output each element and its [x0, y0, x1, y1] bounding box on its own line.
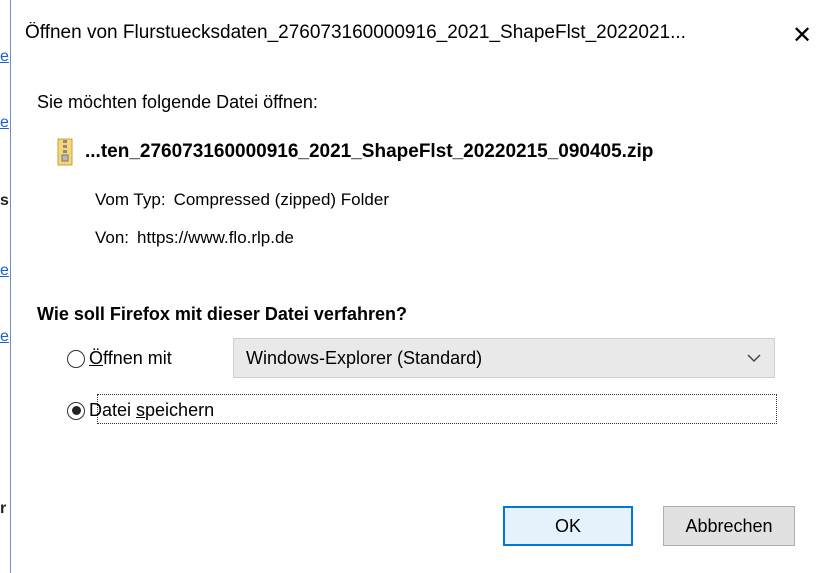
close-icon: ✕ — [791, 21, 813, 49]
save-file-label: Datei speichern — [89, 400, 215, 420]
radio-selected-dot — [71, 406, 81, 415]
dialog-title: Öffnen von Flurstuecksdaten_276073160000… — [25, 22, 686, 43]
background-text-fragment: s — [0, 192, 9, 209]
open-with-label: Öffnen mit — [89, 348, 172, 368]
zip-folder-icon — [57, 138, 73, 166]
open-with-app-select[interactable]: Windows-Explorer (Standard) — [233, 338, 775, 378]
background-link-fragment: e — [0, 328, 9, 345]
save-file-option[interactable]: Datei speichern — [67, 400, 214, 421]
file-source-value: https://www.flo.rlp.de — [137, 228, 294, 247]
file-type-label: Vom Typ: — [95, 190, 166, 209]
file-row: ...ten_276073160000916_2021_ShapeFlst_20… — [57, 138, 653, 166]
file-source-row: Von: https://www.flo.rlp.de — [95, 228, 294, 248]
save-file-radio[interactable] — [67, 401, 85, 420]
file-source-label: Von: — [95, 228, 130, 247]
open-with-app-value: Windows-Explorer (Standard) — [246, 347, 483, 368]
open-with-radio[interactable] — [67, 349, 85, 368]
file-type-value: Compressed (zipped) Folder — [173, 190, 389, 209]
open-prompt: Sie möchten folgende Datei öffnen: — [37, 92, 318, 112]
close-button[interactable]: ✕ — [779, 0, 825, 70]
background-link-fragment: e — [0, 114, 9, 131]
background-link-fragment: e — [0, 262, 9, 279]
cancel-button[interactable]: Abbrechen — [663, 506, 795, 546]
action-question: Wie soll Firefox mit dieser Datei verfah… — [37, 304, 407, 324]
open-with-option[interactable]: Öffnen mit — [67, 348, 172, 369]
background-text-fragment: r — [0, 500, 7, 517]
ok-button[interactable]: OK — [503, 506, 633, 546]
file-name: ...ten_276073160000916_2021_ShapeFlst_20… — [85, 141, 654, 162]
download-dialog: Öffnen von Flurstuecksdaten_276073160000… — [10, 0, 825, 573]
background-page: e e s e e r — [0, 0, 10, 573]
background-link-fragment: e — [0, 48, 9, 65]
file-type-row: Vom Typ: Compressed (zipped) Folder — [95, 190, 389, 210]
chevron-down-icon — [734, 353, 774, 363]
dialog-content: Sie möchten folgende Datei öffnen: ...te… — [11, 72, 825, 573]
title-bar[interactable]: Öffnen von Flurstuecksdaten_276073160000… — [11, 0, 825, 72]
